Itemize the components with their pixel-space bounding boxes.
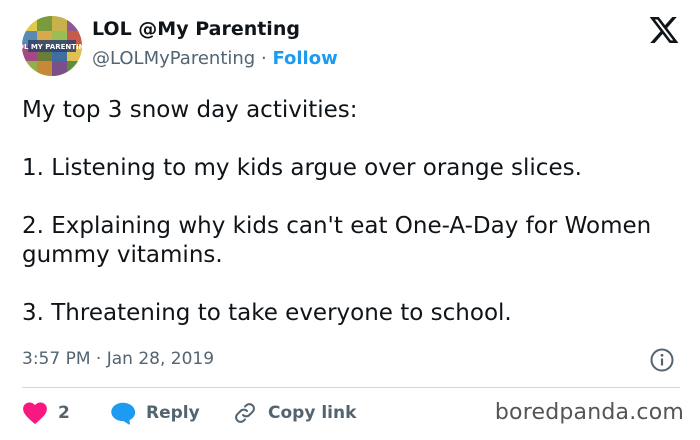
x-logo-icon[interactable] bbox=[648, 14, 680, 46]
tweet-line: My top 3 snow day activities: bbox=[22, 97, 358, 123]
link-icon bbox=[235, 403, 255, 423]
avatar-logo-text: LOL MY PARENTING bbox=[22, 43, 82, 51]
avatar[interactable]: LOL MY PARENTING bbox=[22, 16, 82, 76]
reply-button[interactable]: Reply bbox=[110, 398, 200, 428]
tweet-line: 1. Listening to my kids argue over orang… bbox=[22, 155, 582, 181]
author-handle-row: @LOLMyParenting · Follow bbox=[92, 48, 338, 69]
copy-link-label: Copy link bbox=[268, 403, 357, 423]
tweet-line: 2. Explaining why kids can't eat One-A-D… bbox=[22, 213, 652, 268]
copy-link-button[interactable]: Copy link bbox=[232, 398, 356, 428]
author-display-name[interactable]: LOL @My Parenting bbox=[92, 18, 300, 40]
info-icon[interactable] bbox=[649, 347, 675, 373]
reply-label: Reply bbox=[146, 403, 200, 423]
like-count: 2 bbox=[58, 403, 70, 423]
watermark: boredpanda.com bbox=[494, 400, 684, 425]
timestamp-separator: · bbox=[95, 349, 102, 369]
tweet-timestamp: 3:57 PM · Jan 28, 2019 bbox=[22, 349, 214, 369]
tweet-text: My top 3 snow day activities: 1. Listeni… bbox=[22, 96, 682, 357]
heart-icon bbox=[23, 402, 47, 425]
speech-bubble-icon bbox=[111, 402, 136, 425]
tweet-date[interactable]: Jan 28, 2019 bbox=[107, 349, 214, 369]
tweet-card: LOL MY PARENTING LOL @My Parenting @LOLM… bbox=[0, 0, 700, 440]
avatar-image: LOL MY PARENTING bbox=[22, 16, 82, 76]
handle-separator: · bbox=[260, 48, 267, 69]
tweet-line: 3. Threatening to take everyone to schoo… bbox=[22, 300, 512, 326]
follow-button[interactable]: Follow bbox=[272, 48, 337, 69]
divider bbox=[22, 387, 680, 388]
like-button[interactable]: 2 bbox=[22, 398, 70, 428]
tweet-time[interactable]: 3:57 PM bbox=[22, 349, 91, 369]
author-handle[interactable]: @LOLMyParenting bbox=[92, 48, 255, 69]
